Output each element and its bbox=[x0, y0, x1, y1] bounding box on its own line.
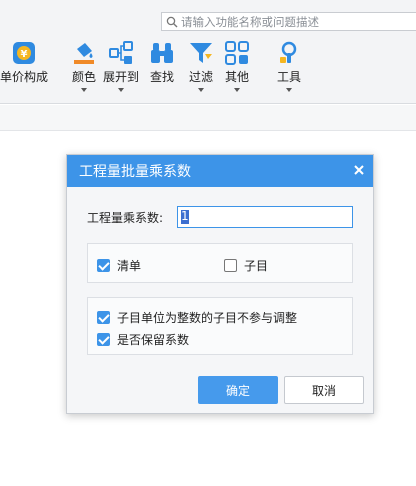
tools-button[interactable]: 工具 bbox=[272, 38, 306, 100]
top-strip bbox=[0, 0, 416, 32]
ribbon-toolbar: ¥ 单价构成 颜色 展开到 查找 过滤 其他 工具 bbox=[0, 32, 416, 104]
tree-expand-icon bbox=[109, 41, 133, 64]
tool-label: 其他 bbox=[224, 70, 249, 84]
expand-to-button[interactable]: 展开到 bbox=[101, 38, 141, 100]
cancel-button[interactable]: 取消 bbox=[284, 376, 364, 404]
other-button[interactable]: 其他 bbox=[221, 38, 253, 100]
qingdan-checkbox[interactable]: 清单 bbox=[97, 257, 141, 274]
search-input[interactable] bbox=[181, 13, 401, 30]
coin-icon: ¥ bbox=[13, 42, 35, 64]
close-icon[interactable] bbox=[352, 163, 366, 177]
unit-price-composition-button[interactable]: ¥ 单价构成 bbox=[0, 38, 50, 100]
options-group: 子目单位为整数的子目不参与调整 是否保留系数 bbox=[87, 297, 353, 355]
tool-label: 颜色 bbox=[71, 70, 96, 84]
filter-icon bbox=[190, 43, 212, 63]
tool-label: 工具 bbox=[276, 70, 301, 84]
batch-quantity-factor-dialog: 工程量批量乘系数 工程量乘系数: 1 清单 子目 子目单位为整数的子目不参与调整 bbox=[66, 154, 374, 414]
color-button[interactable]: 颜色 bbox=[68, 38, 100, 100]
factor-row: 工程量乘系数: 1 bbox=[87, 206, 353, 228]
checkbox-checked-icon[interactable] bbox=[97, 333, 110, 346]
ok-button[interactable]: 确定 bbox=[198, 376, 278, 404]
find-button[interactable]: 查找 bbox=[146, 38, 178, 100]
grid-icon bbox=[225, 41, 249, 65]
keep-factor-label: 是否保留系数 bbox=[117, 333, 190, 347]
factor-label: 工程量乘系数: bbox=[87, 210, 164, 225]
integer-unit-checkbox[interactable]: 子目单位为整数的子目不参与调整 bbox=[97, 309, 297, 326]
factor-input[interactable] bbox=[177, 206, 353, 228]
scope-group: 清单 子目 bbox=[87, 243, 353, 283]
chevron-down-icon bbox=[198, 88, 204, 92]
chevron-down-icon bbox=[118, 88, 124, 92]
search-icon bbox=[166, 16, 178, 27]
integer-unit-label: 子目单位为整数的子目不参与调整 bbox=[117, 311, 298, 325]
dialog-title-bar: 工程量批量乘系数 bbox=[67, 155, 373, 187]
checkbox-checked-icon[interactable] bbox=[97, 259, 110, 272]
factor-value: 1 bbox=[181, 209, 189, 223]
toolbox-icon bbox=[280, 41, 297, 63]
tool-label: 展开到 bbox=[102, 70, 139, 84]
chevron-down-icon bbox=[286, 88, 292, 92]
svg-text:¥: ¥ bbox=[21, 49, 28, 60]
sub-toolbar-strip bbox=[0, 105, 416, 131]
qingdan-label: 清单 bbox=[117, 259, 142, 273]
dialog-title: 工程量批量乘系数 bbox=[79, 164, 191, 180]
zimu-checkbox[interactable]: 子目 bbox=[224, 257, 268, 274]
checkbox-checked-icon[interactable] bbox=[97, 311, 110, 324]
paint-bucket-icon bbox=[74, 43, 94, 64]
tool-label: 过滤 bbox=[188, 70, 213, 84]
checkbox-unchecked-icon[interactable] bbox=[224, 259, 237, 272]
chevron-down-icon bbox=[234, 88, 240, 92]
chevron-down-icon bbox=[81, 88, 87, 92]
zimu-label: 子目 bbox=[244, 259, 269, 273]
function-search-box[interactable] bbox=[161, 12, 416, 31]
binoculars-icon bbox=[151, 43, 173, 63]
tool-label: 查找 bbox=[149, 70, 174, 84]
tool-label: 单价构成 bbox=[0, 70, 48, 84]
keep-factor-checkbox[interactable]: 是否保留系数 bbox=[97, 331, 189, 348]
factor-field[interactable]: 1 bbox=[177, 206, 353, 228]
filter-button[interactable]: 过滤 bbox=[185, 38, 217, 100]
